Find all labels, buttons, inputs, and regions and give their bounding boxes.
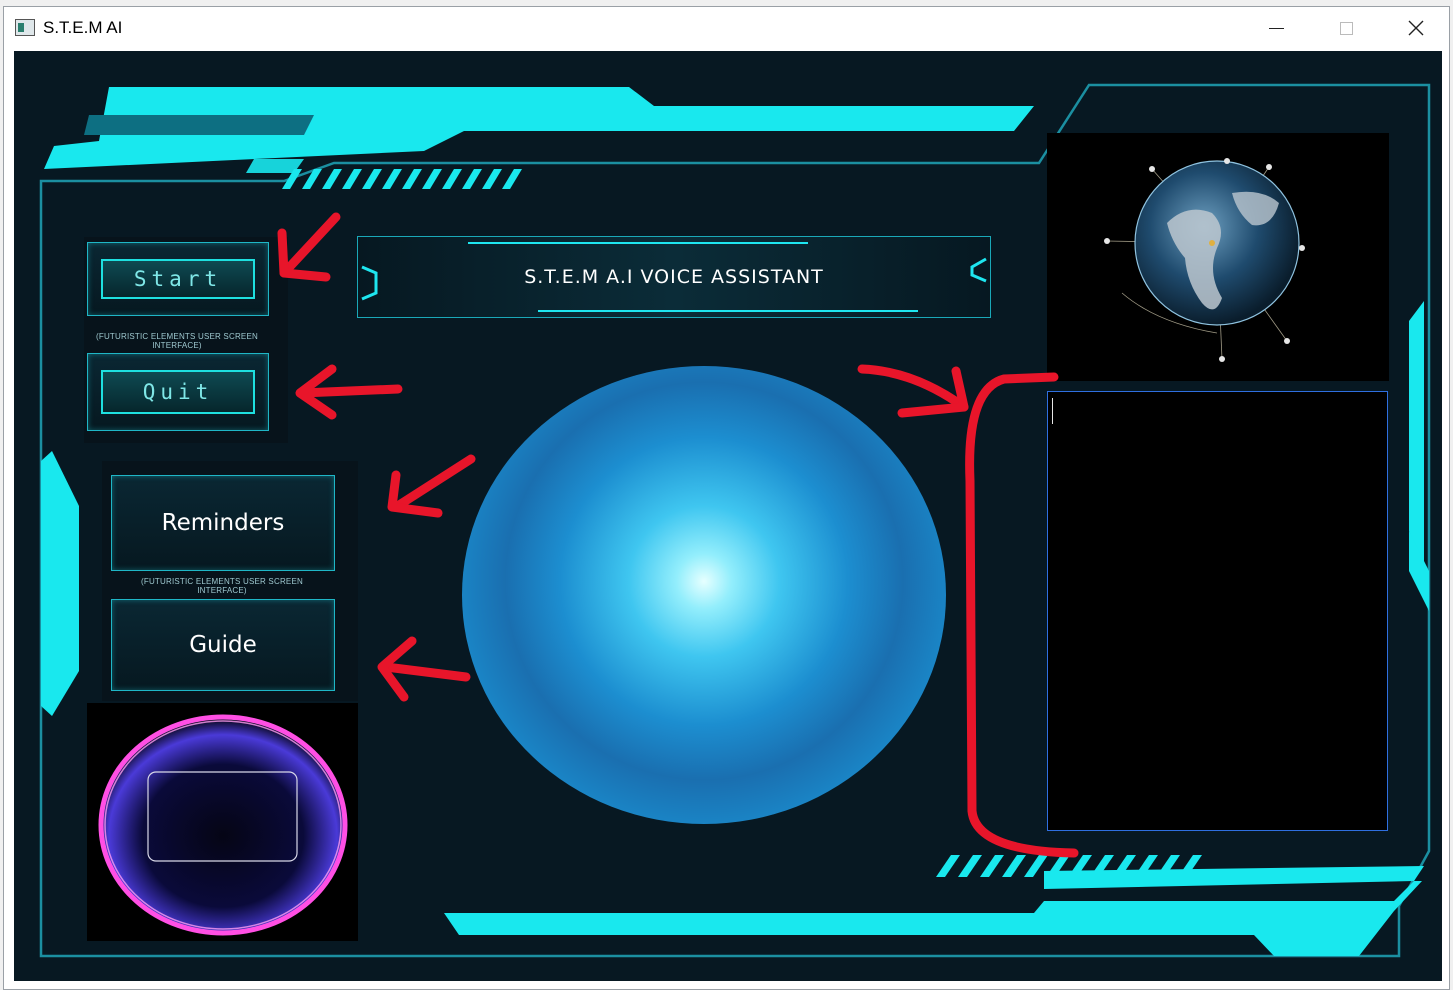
quit-button-label: Quit bbox=[142, 380, 214, 404]
hud-canvas: Start (FUTURISTIC ELEMENTS USER SCREEN I… bbox=[14, 51, 1442, 981]
minimize-button[interactable] bbox=[1241, 7, 1311, 49]
start-button-face: Start bbox=[101, 259, 255, 299]
app-heading: S.T.E.M A.I VOICE ASSISTANT bbox=[524, 266, 824, 288]
quit-button-face: Quit bbox=[101, 370, 255, 414]
reminders-button[interactable]: Reminders bbox=[111, 475, 335, 571]
neon-portal-graphic bbox=[98, 714, 348, 936]
globe-image bbox=[1047, 133, 1389, 381]
minimize-icon bbox=[1268, 27, 1284, 29]
start-caption: (FUTURISTIC ELEMENTS USER SCREEN INTERFA… bbox=[96, 332, 258, 350]
assistant-output-textbox[interactable] bbox=[1047, 391, 1388, 831]
title-panel: S.T.E.M A.I VOICE ASSISTANT bbox=[357, 236, 991, 318]
guide-button[interactable]: Guide bbox=[111, 599, 335, 691]
reminders-caption: (FUTURISTIC ELEMENTS USER SCREEN INTERFA… bbox=[141, 577, 303, 595]
reminders-button-label: Reminders bbox=[161, 510, 285, 536]
portal-image bbox=[87, 703, 358, 941]
maximize-icon bbox=[1339, 21, 1353, 35]
maximize-button[interactable] bbox=[1311, 7, 1381, 49]
text-caret bbox=[1052, 398, 1053, 424]
voice-orb[interactable] bbox=[462, 366, 946, 824]
title-bar[interactable]: S.T.E.M AI bbox=[4, 7, 1449, 49]
guide-button-label: Guide bbox=[189, 632, 257, 658]
close-button[interactable] bbox=[1381, 7, 1451, 49]
start-button[interactable]: Start bbox=[87, 242, 269, 316]
window-title: S.T.E.M AI bbox=[43, 18, 123, 37]
close-icon bbox=[1408, 20, 1424, 36]
app-window: S.T.E.M AI Start (FUTURISTIC ELEMENTS US… bbox=[3, 6, 1450, 990]
app-icon bbox=[15, 19, 35, 36]
quit-button[interactable]: Quit bbox=[87, 353, 269, 431]
globe-graphic bbox=[1104, 158, 1305, 362]
start-button-label: Start bbox=[133, 267, 223, 291]
